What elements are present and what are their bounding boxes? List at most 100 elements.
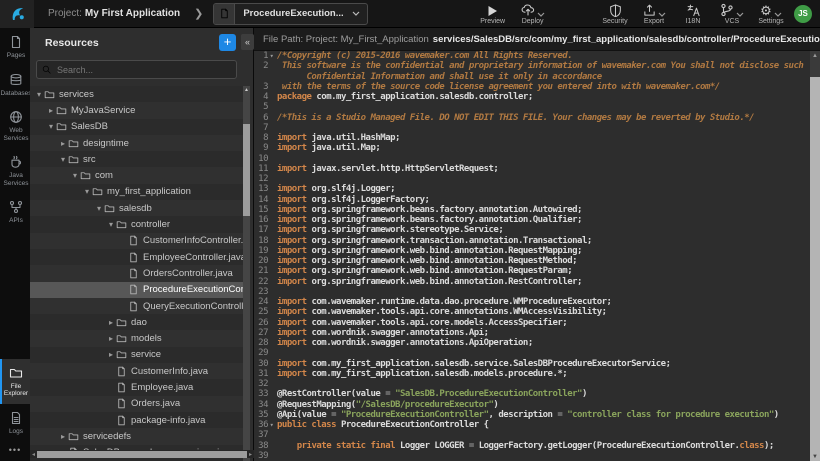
tree-item[interactable]: ▸dao bbox=[30, 314, 244, 330]
sidebar-item-pages[interactable]: Pages bbox=[0, 28, 30, 66]
tree-horizontal-scrollbar[interactable]: ◂ ▸ bbox=[30, 450, 254, 458]
scroll-right-icon[interactable]: ▸ bbox=[247, 451, 254, 458]
tree-item[interactable]: ▾services bbox=[30, 86, 244, 102]
action-label: I18N bbox=[686, 18, 701, 25]
tool-actions: Security Export I18N VCS ⚙Settings bbox=[602, 3, 784, 25]
sidebar-item-web-services[interactable]: Web Services bbox=[0, 103, 30, 148]
i18n-icon bbox=[687, 4, 700, 17]
tree-item[interactable]: OrdersController.java bbox=[30, 265, 244, 281]
scroll-left-icon[interactable]: ◂ bbox=[30, 451, 37, 458]
line-number: 34 bbox=[254, 400, 268, 410]
tree-item[interactable]: ▾controller bbox=[30, 216, 244, 232]
tree-hscroll-thumb[interactable] bbox=[37, 451, 247, 458]
tree-item-label: OrdersController.java bbox=[143, 268, 233, 279]
code-text bbox=[275, 174, 810, 184]
pages-icon bbox=[9, 35, 23, 49]
caret-right-icon[interactable]: ▸ bbox=[106, 350, 116, 359]
folder-icon bbox=[116, 333, 131, 344]
tree-item[interactable]: ▾ com bbox=[30, 167, 244, 183]
tree-item[interactable]: ▸ servicedefs bbox=[30, 428, 244, 444]
caret-down-icon[interactable]: ▾ bbox=[82, 187, 92, 196]
tree-item[interactable]: CustomerInfoController.java bbox=[30, 233, 244, 249]
folder-icon bbox=[92, 186, 107, 197]
fold-spacer bbox=[268, 123, 275, 133]
tree-item[interactable]: ▾ my_first_application bbox=[30, 184, 244, 200]
chevron-down-icon bbox=[774, 12, 782, 17]
tree-item[interactable]: ▸models bbox=[30, 330, 244, 346]
caret-down-icon[interactable]: ▾ bbox=[34, 90, 44, 99]
caret-right-icon[interactable]: ▸ bbox=[106, 334, 116, 343]
tree-item[interactable]: EmployeeController.java bbox=[30, 249, 244, 265]
folder-icon bbox=[104, 203, 119, 214]
wavemaker-logo[interactable] bbox=[0, 0, 34, 28]
tree-item[interactable]: ▾salesdb bbox=[30, 200, 244, 216]
sidebar-item-file-explorer[interactable]: File Explorer bbox=[0, 359, 30, 404]
caret-down-icon[interactable]: ▾ bbox=[94, 204, 104, 213]
code-text: public class ProcedureExecutionControlle… bbox=[275, 420, 810, 430]
editor-vertical-scrollbar[interactable]: ▲ ▼ bbox=[810, 51, 820, 461]
tree-item[interactable]: QueryExecutionController.java bbox=[30, 298, 244, 314]
security-button[interactable]: Security bbox=[602, 3, 628, 25]
editor-vscroll-track[interactable] bbox=[810, 77, 820, 461]
editor-scroll-down-icon[interactable]: ▼ bbox=[810, 454, 820, 460]
tree-item[interactable]: ▸service bbox=[30, 347, 244, 363]
code-line: 33@RestController(value = "SalesDB.Proce… bbox=[254, 389, 810, 399]
export-button[interactable]: Export bbox=[641, 3, 667, 25]
vcs-button[interactable]: VCS bbox=[719, 3, 745, 25]
tree-item[interactable]: ▾src bbox=[30, 151, 244, 167]
more-button[interactable]: ••• bbox=[0, 441, 30, 461]
sidebar-item-java-services[interactable]: Java Services bbox=[0, 148, 30, 193]
settings-button[interactable]: ⚙Settings bbox=[758, 3, 784, 25]
tree-item[interactable]: ProcedureExecutionController.java bbox=[30, 282, 244, 298]
caret-right-icon[interactable]: ▸ bbox=[58, 432, 68, 441]
tree-item[interactable]: Employee.java bbox=[30, 379, 244, 395]
add-resource-button[interactable]: + bbox=[219, 34, 236, 51]
caret-down-icon[interactable]: ▾ bbox=[106, 220, 116, 229]
code-line: 36▾public class ProcedureExecutionContro… bbox=[254, 420, 810, 430]
tree-vertical-scrollbar[interactable]: ▲ ▼ bbox=[243, 86, 250, 461]
sidebar-item-logs[interactable]: Logs bbox=[0, 404, 30, 442]
tree-item[interactable]: ▸designtime bbox=[30, 135, 244, 151]
tree-item[interactable]: ▾SalesDB bbox=[30, 119, 244, 135]
fold-caret-icon[interactable]: ▾ bbox=[268, 51, 275, 61]
line-number: 1 bbox=[254, 51, 268, 61]
caret-down-icon[interactable]: ▾ bbox=[70, 171, 80, 180]
code-text: with the terms of the source code licens… bbox=[275, 82, 810, 92]
tree-item[interactable]: CustomerInfo.java bbox=[30, 363, 244, 379]
collapse-panel-button[interactable]: « bbox=[241, 34, 254, 50]
caret-down-icon[interactable]: ▾ bbox=[46, 122, 56, 131]
code-line: 24import com.wavemaker.runtime.data.dao.… bbox=[254, 297, 810, 307]
preview-button[interactable]: Preview bbox=[480, 3, 506, 25]
code-editor[interactable]: 1▾/*Copyright (c) 2015-2016 wavemaker.co… bbox=[254, 51, 810, 461]
action-label: Preview bbox=[480, 18, 505, 25]
i18n-button[interactable]: I18N bbox=[680, 3, 706, 25]
deploy-button[interactable]: Deploy bbox=[520, 3, 546, 25]
search-input[interactable] bbox=[55, 64, 231, 76]
caret-right-icon[interactable]: ▸ bbox=[46, 106, 56, 115]
code-text: private static final Logger LOGGER = Log… bbox=[275, 441, 810, 451]
sidebar-item-databases[interactable]: Databases bbox=[0, 66, 30, 104]
tree-item[interactable]: ▸MyJavaService bbox=[30, 102, 244, 118]
line-number bbox=[254, 72, 268, 82]
tree-item-label: servicedefs bbox=[83, 431, 131, 442]
sidebar-item-apis[interactable]: APIs bbox=[0, 193, 30, 231]
editor-scroll-up-icon[interactable]: ▲ bbox=[810, 51, 820, 77]
tree-item-label: com bbox=[95, 170, 113, 181]
line-number: 26 bbox=[254, 318, 268, 328]
scroll-up-icon[interactable]: ▲ bbox=[243, 86, 250, 94]
tree-item-label: my_first_application bbox=[107, 186, 191, 197]
caret-down-icon[interactable]: ▾ bbox=[58, 155, 68, 164]
fold-spacer bbox=[268, 328, 275, 338]
line-number: 36 bbox=[254, 420, 268, 430]
user-avatar[interactable]: JS bbox=[794, 5, 812, 23]
fold-caret-icon[interactable]: ▾ bbox=[268, 420, 275, 430]
open-file-dropdown[interactable]: ProcedureExecution... bbox=[213, 3, 367, 25]
tree-vscroll-thumb[interactable] bbox=[243, 124, 250, 216]
line-number: 13 bbox=[254, 184, 268, 194]
fold-spacer bbox=[268, 410, 275, 420]
caret-right-icon[interactable]: ▸ bbox=[106, 318, 116, 327]
tree-item[interactable]: package-info.java bbox=[30, 412, 244, 428]
fold-spacer bbox=[268, 205, 275, 215]
tree-item[interactable]: Orders.java bbox=[30, 396, 244, 412]
caret-right-icon[interactable]: ▸ bbox=[58, 139, 68, 148]
